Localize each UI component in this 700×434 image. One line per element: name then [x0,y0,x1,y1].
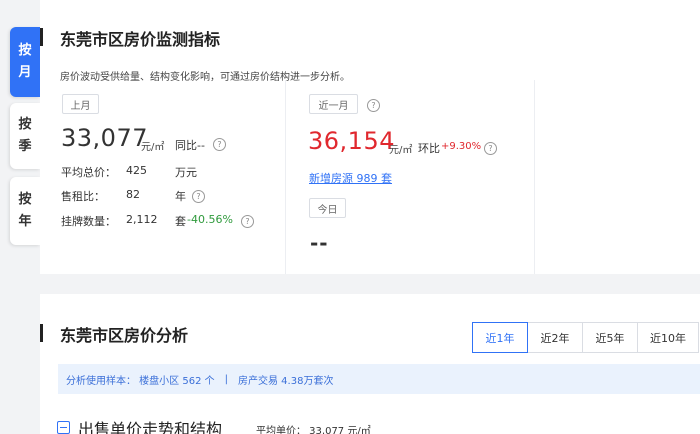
avg-total-value: 425 [126,164,147,177]
recent-month-price-unit: 元/㎡ [389,145,413,156]
last-month-yoy: 同比-- [175,139,205,152]
listing-count-change: -40.56% [187,213,233,226]
last-month-price: 33,077 [61,124,148,152]
left-strip [0,0,8,434]
help-icon[interactable]: ? [367,99,380,112]
range-1y-button[interactable]: 近1年 [472,322,528,353]
tab-by-quarter-char-2: 季 [18,139,32,154]
avg-total-unit: 万元 [175,166,197,179]
listing-count-value: 2,112 [126,213,158,226]
recent-month-price: 36,154 [308,127,395,155]
sale-rent-ratio-unit: 年 [175,190,186,203]
sale-rent-ratio-value: 82 [126,188,140,201]
range-5y-button[interactable]: 近5年 [582,322,638,353]
column-divider [534,80,535,274]
sale-rent-ratio-label: 售租比： [61,190,105,203]
tab-by-quarter-char-1: 按 [18,117,32,132]
section-title: 出售单价走势和结构 [78,420,223,434]
notice-sample: 分析使用样本： 楼盘小区 562 个 [66,375,215,387]
tab-by-year[interactable]: 按 年 [10,177,40,245]
help-icon[interactable]: ? [484,142,497,155]
range-10y-button[interactable]: 近10年 [637,322,699,353]
help-icon[interactable]: ? [241,215,254,228]
tab-by-month-char-1: 按 [18,43,32,58]
avg-total-label: 平均总价： [61,166,116,179]
monitor-subtitle: 房价波动受供给量、结构变化影响，可通过房价结构进一步分析。 [60,72,350,83]
help-icon[interactable]: ? [213,138,226,151]
tab-by-quarter[interactable]: 按 季 [10,103,40,169]
help-icon[interactable]: ? [192,190,205,203]
sample-notice: 分析使用样本： 楼盘小区 562 个 | 房产交易 4.38万套次 [58,364,700,394]
range-2y-button[interactable]: 近2年 [527,322,583,353]
last-month-price-unit: 元/㎡ [141,142,165,153]
collapse-toggle[interactable] [57,421,70,434]
notice-separator: | [224,373,228,385]
new-listing-link[interactable]: 新增房源 989 套 [309,170,392,186]
listing-count-unit: 套 [175,215,186,228]
recent-month-pill: 近一月 [309,94,358,114]
range-selector: 近1年 近2年 近5年 近10年 [472,322,699,353]
avg-price-label: 平均单价： 33,077 元/㎡ [256,426,371,434]
listing-count-label: 挂牌数量： [61,215,116,228]
tab-by-month-char-2: 月 [18,65,32,80]
today-pill: 今日 [309,198,346,218]
title-accent-bar [40,28,43,46]
title-accent-bar [40,324,43,342]
last-month-pill: 上月 [62,94,99,114]
monitor-title: 东莞市区房价监测指标 [60,30,221,49]
recent-month-mom-value: +9.30% [441,141,482,152]
column-divider [285,80,286,274]
tab-by-year-char-1: 按 [18,192,32,207]
tab-by-year-char-2: 年 [18,214,32,229]
recent-month-mom-label: 环比 [418,142,440,155]
tab-by-month[interactable]: 按 月 [10,27,40,97]
analysis-title: 东莞市区房价分析 [60,326,189,345]
notice-trade: 房产交易 4.38万套次 [238,375,334,387]
today-value: -- [310,231,329,255]
